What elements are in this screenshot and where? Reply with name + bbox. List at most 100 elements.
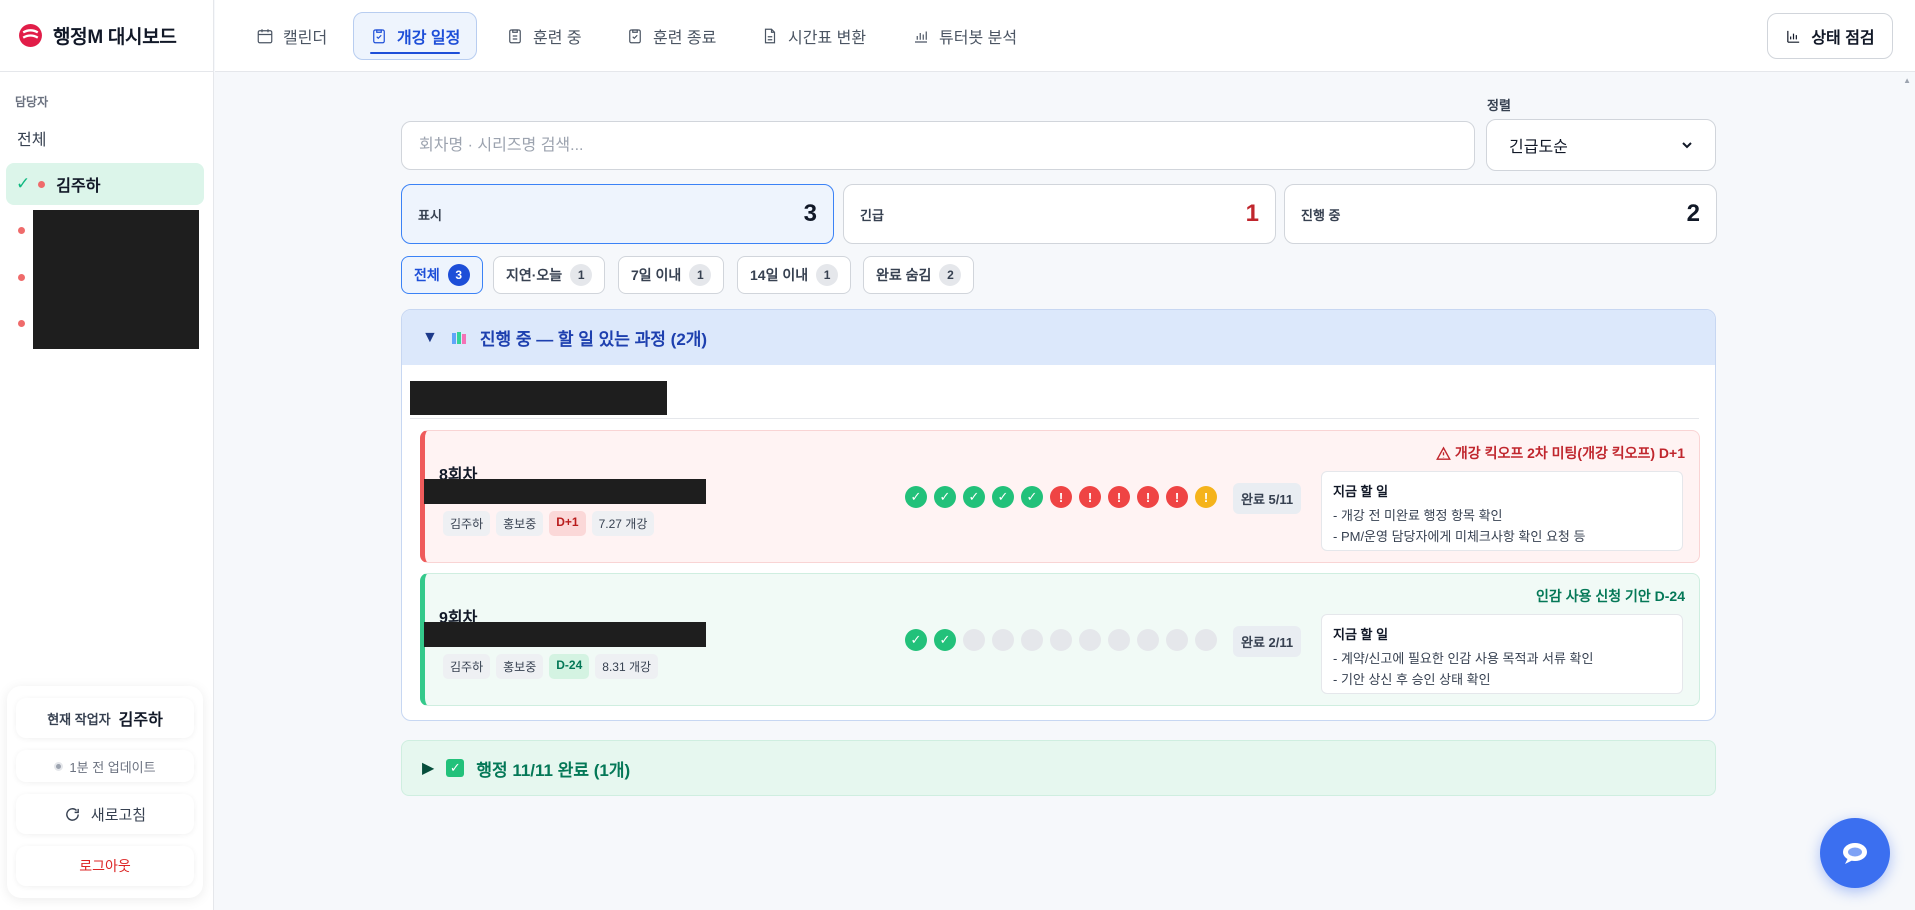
completed-group-header[interactable]: ▶ ✓ 행정 11/11 완료 (1개) (401, 740, 1716, 796)
sidebar-item-label: 김주하 (56, 178, 101, 195)
step-pending-icon[interactable] (1166, 629, 1188, 651)
todo-box: 지금 할 일 - 계약/신고에 필요한 인감 사용 목적과 서류 확인 - 기안… (1321, 614, 1683, 694)
search-input[interactable] (401, 121, 1475, 170)
step-pending-icon[interactable] (1079, 629, 1101, 651)
opening-date-tag: 8.31 개강 (595, 654, 659, 679)
step-pending-icon[interactable] (963, 629, 985, 651)
clipboard-icon (509, 29, 521, 44)
refresh-button[interactable]: 새로고침 (16, 794, 194, 834)
person-status-dot (38, 180, 46, 188)
tab-label: 훈련 중 (533, 30, 582, 47)
caret-down-icon: ▼ (422, 328, 438, 346)
step-pending-icon[interactable] (1137, 629, 1159, 651)
next-deadline: 인감 사용 신청 기안 D-24 (1536, 586, 1685, 606)
stat-label: 진행 중 (1301, 207, 1341, 223)
step-done-icon[interactable]: ✓ (934, 629, 956, 651)
step-pending-icon[interactable] (1050, 629, 1072, 651)
filter-chip-hide-done[interactable]: 완료 숨김 2 (863, 256, 975, 294)
sidebar-item-active-person[interactable]: ✓ 김주하 (6, 163, 204, 205)
tab-training-ended[interactable]: 훈련 종료 (610, 12, 732, 60)
step-overdue-icon[interactable]: ! (1137, 486, 1159, 508)
course-card[interactable]: 8회차 김주하 홍보중 D+1 7.27 개강 ✓ ✓ ✓ ✓ ✓ ! ! ! … (420, 430, 1700, 563)
top-nav: 캘린더 개강 일정 훈련 중 훈련 종료 시간표 변환 튜터봇 분석 상태 점검 (215, 0, 1915, 72)
todo-item: - 개강 전 미완료 행정 항목 확인 (1333, 508, 1503, 523)
assignee-tag: 김주하 (443, 654, 491, 679)
step-overdue-icon[interactable]: ! (1050, 486, 1072, 508)
filter-chip-overdue-today[interactable]: 지연·오늘 1 (493, 256, 606, 294)
worker-label: 현재 작업자 (47, 711, 111, 727)
step-overdue-icon[interactable]: ! (1108, 486, 1130, 508)
sort-select[interactable]: 긴급도순 (1486, 119, 1716, 171)
refresh-label: 새로고침 (90, 806, 147, 824)
refresh-icon (66, 807, 79, 821)
person-status-dot (18, 320, 25, 327)
step-done-icon[interactable]: ✓ (905, 629, 927, 651)
step-pending-icon[interactable] (992, 629, 1014, 651)
tab-opening-schedule[interactable]: 개강 일정 (353, 12, 478, 60)
status-tag: 홍보중 (496, 511, 544, 536)
chat-fab-button[interactable] (1820, 818, 1890, 888)
chip-count: 3 (447, 264, 470, 286)
warning-icon (1436, 445, 1451, 460)
step-done-icon[interactable]: ✓ (905, 486, 927, 508)
stat-card-in-progress[interactable]: 진행 중 2 (1284, 184, 1717, 244)
step-done-icon[interactable]: ✓ (934, 486, 956, 508)
chip-label: 지연·오늘 (506, 267, 563, 283)
todo-item: - PM/운영 담당자에게 미체크사항 확인 요청 등 (1333, 529, 1586, 544)
stat-value: 1 (1245, 200, 1259, 227)
tab-tutorbot-analysis[interactable]: 튜터봇 분석 (896, 12, 1033, 60)
redacted-course-name (424, 479, 706, 504)
filter-chip-7days[interactable]: 7일 이내 1 (618, 256, 725, 294)
divider (410, 418, 1699, 419)
update-dot-icon (54, 761, 64, 771)
sort-value: 긴급도순 (1509, 139, 1568, 156)
brand-title: 행정M 대시보드 (53, 27, 177, 48)
step-done-icon[interactable]: ✓ (1021, 486, 1043, 508)
stat-label: 표시 (418, 207, 442, 223)
status-tag: 홍보중 (496, 654, 544, 679)
scroll-up-arrow-icon[interactable]: ▲ (1903, 76, 1911, 85)
worker-card: 현재 작업자 김주하 1분 전 업데이트 새로고침 로그아웃 (7, 686, 203, 898)
tab-timetable-convert[interactable]: 시간표 변환 (745, 12, 882, 60)
todo-item: - 계약/신고에 필요한 인감 사용 목적과 서류 확인 (1333, 651, 1594, 666)
step-pending-icon[interactable] (1195, 629, 1217, 651)
stat-card-urgent[interactable]: 긴급 1 (843, 184, 1276, 244)
tab-calendar[interactable]: 캘린더 (240, 12, 343, 60)
brand[interactable]: 행정M 대시보드 (0, 0, 213, 72)
step-done-icon[interactable]: ✓ (992, 486, 1014, 508)
progress-badge: 완료 5/11 (1233, 483, 1302, 514)
step-pending-icon[interactable] (1021, 629, 1043, 651)
in-progress-group: ▼ 진행 중 — 할 일 있는 과정 (2개) 8회차 김주하 홍보중 D+1 … (401, 309, 1716, 721)
step-overdue-icon[interactable]: ! (1166, 486, 1188, 508)
group-header[interactable]: ▼ 진행 중 — 할 일 있는 과정 (2개) (402, 310, 1715, 365)
step-overdue-icon[interactable]: ! (1079, 486, 1101, 508)
stat-label: 긴급 (860, 207, 884, 223)
stat-value: 2 (1686, 200, 1700, 227)
sidebar: 행정M 대시보드 담당자 전체 ✓ 김주하 현재 작업자 김주하 1분 전 업데… (0, 0, 214, 910)
logout-button[interactable]: 로그아웃 (16, 846, 194, 886)
bar-chart-icon (1787, 30, 1800, 43)
step-pending-icon[interactable] (1108, 629, 1130, 651)
deadline-text: 개강 킥오프 2차 미팅(개강 킥오프) D+1 (1454, 445, 1685, 461)
progress-badge: 완료 2/11 (1233, 626, 1302, 657)
step-warning-icon[interactable]: ! (1195, 486, 1217, 508)
stat-card-shown[interactable]: 표시 3 (401, 184, 834, 244)
dday-tag: D-24 (549, 654, 590, 679)
redacted-course-name (424, 622, 706, 647)
opening-date-tag: 7.27 개강 (591, 511, 655, 536)
chip-count: 1 (689, 264, 712, 286)
sidebar-item-all[interactable]: 전체 (6, 117, 204, 159)
tab-label: 캘린더 (283, 30, 328, 47)
filter-chip-14days[interactable]: 14일 이내 1 (737, 256, 852, 294)
dday-tag: D+1 (549, 511, 586, 536)
status-check-button[interactable]: 상태 점검 (1767, 13, 1893, 59)
tab-in-training[interactable]: 훈련 중 (490, 12, 598, 60)
chip-count: 1 (816, 264, 839, 286)
tab-label: 튜터봇 분석 (939, 30, 1018, 47)
filter-chip-all[interactable]: 전체 3 (401, 256, 483, 294)
course-card[interactable]: 9회차 김주하 홍보중 D-24 8.31 개강 ✓ ✓ 완료 2/11 인감 … (420, 573, 1700, 706)
step-done-icon[interactable]: ✓ (963, 486, 985, 508)
chat-bubble-icon (1843, 843, 1867, 864)
redacted-series-title (410, 381, 667, 415)
todo-item: - 기안 상신 후 승인 상태 확인 (1333, 672, 1491, 687)
